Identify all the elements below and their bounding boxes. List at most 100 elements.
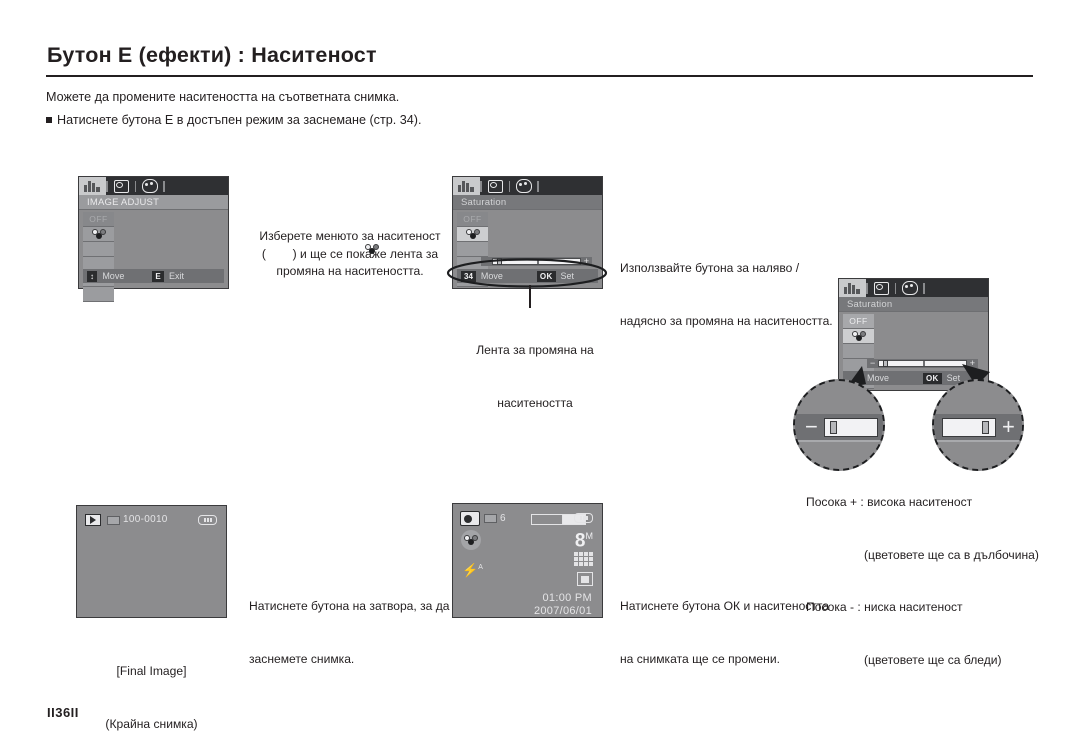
direction-line-3: Посока - : ниска наситеност bbox=[806, 600, 963, 614]
capture-date: 2007/06/01 bbox=[533, 605, 592, 617]
menu-item-off[interactable]: OFF bbox=[457, 212, 488, 227]
menu-item-off[interactable]: OFF bbox=[843, 314, 874, 329]
palette-icon bbox=[901, 281, 918, 295]
caption-line-3: промяна на наситеността. bbox=[276, 264, 424, 278]
caption-select-saturation-menu: Изберете менюто за наситеност ( ) и ще с… bbox=[250, 228, 450, 281]
direction-line-4: (цветовете ще са бледи) bbox=[864, 652, 1002, 667]
shutter-line-2: заснемете снимка. bbox=[249, 651, 355, 666]
tab-palette[interactable] bbox=[136, 177, 163, 195]
histogram-icon bbox=[458, 180, 475, 192]
saturation-icon bbox=[465, 229, 480, 239]
title-divider bbox=[46, 75, 1033, 77]
saturation-icon bbox=[851, 331, 866, 341]
palette-icon bbox=[141, 179, 158, 193]
flash-auto-icon: ⚡A bbox=[462, 562, 483, 578]
menu-item-blank-1[interactable] bbox=[83, 242, 114, 257]
slider-highlight-ellipse bbox=[446, 258, 608, 288]
exit-label: Exit bbox=[168, 271, 184, 281]
menu-item-saturation-selected[interactable] bbox=[843, 329, 874, 344]
caption-saturation-slider: Лента за промяна на наситеността bbox=[455, 307, 615, 430]
face-icon bbox=[873, 281, 889, 295]
file-number-label: 100-0010 bbox=[123, 514, 168, 525]
tab-histogram[interactable] bbox=[839, 279, 866, 297]
intro-bullet-item: Натиснете бутона E в достъпен режим за з… bbox=[46, 113, 421, 127]
lcd-bottom-bar: ↕ Move E Exit bbox=[83, 269, 224, 283]
lcd-screen-image-adjust: IMAGE ADJUST OFF ↕ Move E Exit bbox=[78, 176, 229, 302]
lcd-heading-image-adjust: IMAGE ADJUST bbox=[79, 195, 228, 210]
resolution-unit: M bbox=[585, 531, 594, 541]
battery-icon bbox=[574, 513, 593, 523]
tab-face[interactable] bbox=[482, 177, 509, 195]
quality-dots-icon bbox=[574, 552, 593, 566]
menu-item-blank-1[interactable] bbox=[457, 242, 488, 257]
lcd-tab-bar bbox=[839, 279, 988, 297]
intro-bullet-text: Натиснете бутона E в достъпен режим за з… bbox=[57, 113, 422, 127]
minus-sign: − bbox=[805, 414, 818, 439]
plus-sign: + bbox=[1002, 414, 1015, 439]
shutter-line-1: Натиснете бутона на затвора, за да bbox=[249, 599, 450, 613]
saturation-icon bbox=[365, 243, 380, 254]
caption-press-shutter: Натиснете бутона на затвора, за да засне… bbox=[249, 563, 450, 686]
histogram-icon bbox=[84, 180, 101, 192]
saturation-icon bbox=[91, 229, 106, 239]
battery-icon bbox=[198, 515, 217, 525]
page-title: Бутон E (ефекти) : Наситеност bbox=[47, 43, 377, 67]
histogram-icon bbox=[844, 282, 861, 294]
shots-remaining-label: 6 bbox=[500, 513, 506, 524]
caption-use-left-right-buttons: Използвайте бутона за наляво / надясно з… bbox=[620, 225, 833, 348]
magnifier-minus-direction: − bbox=[793, 379, 885, 471]
tab-separator bbox=[163, 180, 165, 192]
final-image-line-1: [Final Image] bbox=[116, 664, 187, 678]
intro-paragraph: Можете да промените наситеността на съот… bbox=[46, 90, 400, 104]
magnified-slider-strip: + bbox=[934, 414, 1022, 442]
lcd-heading-saturation: Saturation bbox=[453, 195, 602, 210]
memory-card-icon bbox=[107, 516, 120, 525]
move-label: Move bbox=[102, 271, 125, 281]
magnified-slider-knob bbox=[982, 420, 989, 434]
tab-separator bbox=[537, 180, 539, 192]
menu-item-off[interactable]: OFF bbox=[83, 212, 114, 227]
caption-line-2: надясно за промяна на наситеността. bbox=[620, 313, 833, 328]
bullet-square-icon bbox=[46, 117, 52, 123]
palette-icon bbox=[515, 179, 532, 193]
ok-line-2: на снимката ще се промени. bbox=[620, 651, 780, 666]
exit-key-badge: E bbox=[152, 270, 164, 282]
direction-line-1: Посока + : висока наситеност bbox=[806, 495, 973, 509]
lcd-tab-bar bbox=[453, 177, 602, 195]
caption-line-2: наситеността bbox=[497, 395, 573, 410]
tab-face[interactable] bbox=[868, 279, 895, 297]
tab-face[interactable] bbox=[108, 177, 135, 195]
magnified-slider-strip: − bbox=[795, 414, 883, 442]
slider-callout-line bbox=[529, 285, 531, 308]
tab-separator bbox=[923, 282, 925, 294]
memory-card-icon bbox=[484, 514, 497, 523]
saturation-icon bbox=[464, 535, 478, 545]
tab-histogram[interactable] bbox=[453, 177, 480, 195]
caption-line-2: ( ) и ще се покаже лента за bbox=[250, 243, 450, 264]
playback-icon bbox=[85, 514, 101, 526]
capture-time: 01:00 PM bbox=[542, 592, 592, 604]
lcd-heading-saturation: Saturation bbox=[839, 297, 988, 312]
page-number: II36II bbox=[47, 705, 79, 720]
caption-direction-explanation: Посока + : висока наситеност (цветовете … bbox=[806, 459, 1039, 687]
caption-line-1: Лента за промяна на bbox=[476, 343, 594, 357]
move-key-badge: ↕ bbox=[87, 270, 98, 282]
lcd-screen-playback: 100-0010 bbox=[76, 505, 227, 618]
menu-item-saturation[interactable] bbox=[83, 227, 114, 242]
caption-line-1: Изберете менюто за наситеност bbox=[259, 229, 441, 243]
caption-final-image: [Final Image] (Крайна снимка) bbox=[76, 628, 227, 751]
tab-palette[interactable] bbox=[896, 279, 923, 297]
menu-item-saturation-selected[interactable] bbox=[457, 227, 488, 242]
magnified-slider-track bbox=[823, 417, 878, 437]
resolution-value: 8 bbox=[574, 530, 586, 552]
caption-line-1: Използвайте бутона за наляво / bbox=[620, 261, 800, 275]
lcd-tab-bar bbox=[79, 177, 228, 195]
saturation-status-badge bbox=[461, 530, 481, 550]
tab-palette[interactable] bbox=[510, 177, 537, 195]
lcd-menu-column: OFF bbox=[83, 212, 114, 302]
tab-histogram[interactable] bbox=[79, 177, 106, 195]
face-icon bbox=[113, 179, 129, 193]
caption-press-ok: Натиснете бутона ОК и наситеността на сн… bbox=[620, 563, 829, 686]
menu-item-blank-1[interactable] bbox=[843, 344, 874, 359]
menu-item-blank-4[interactable] bbox=[83, 287, 114, 302]
